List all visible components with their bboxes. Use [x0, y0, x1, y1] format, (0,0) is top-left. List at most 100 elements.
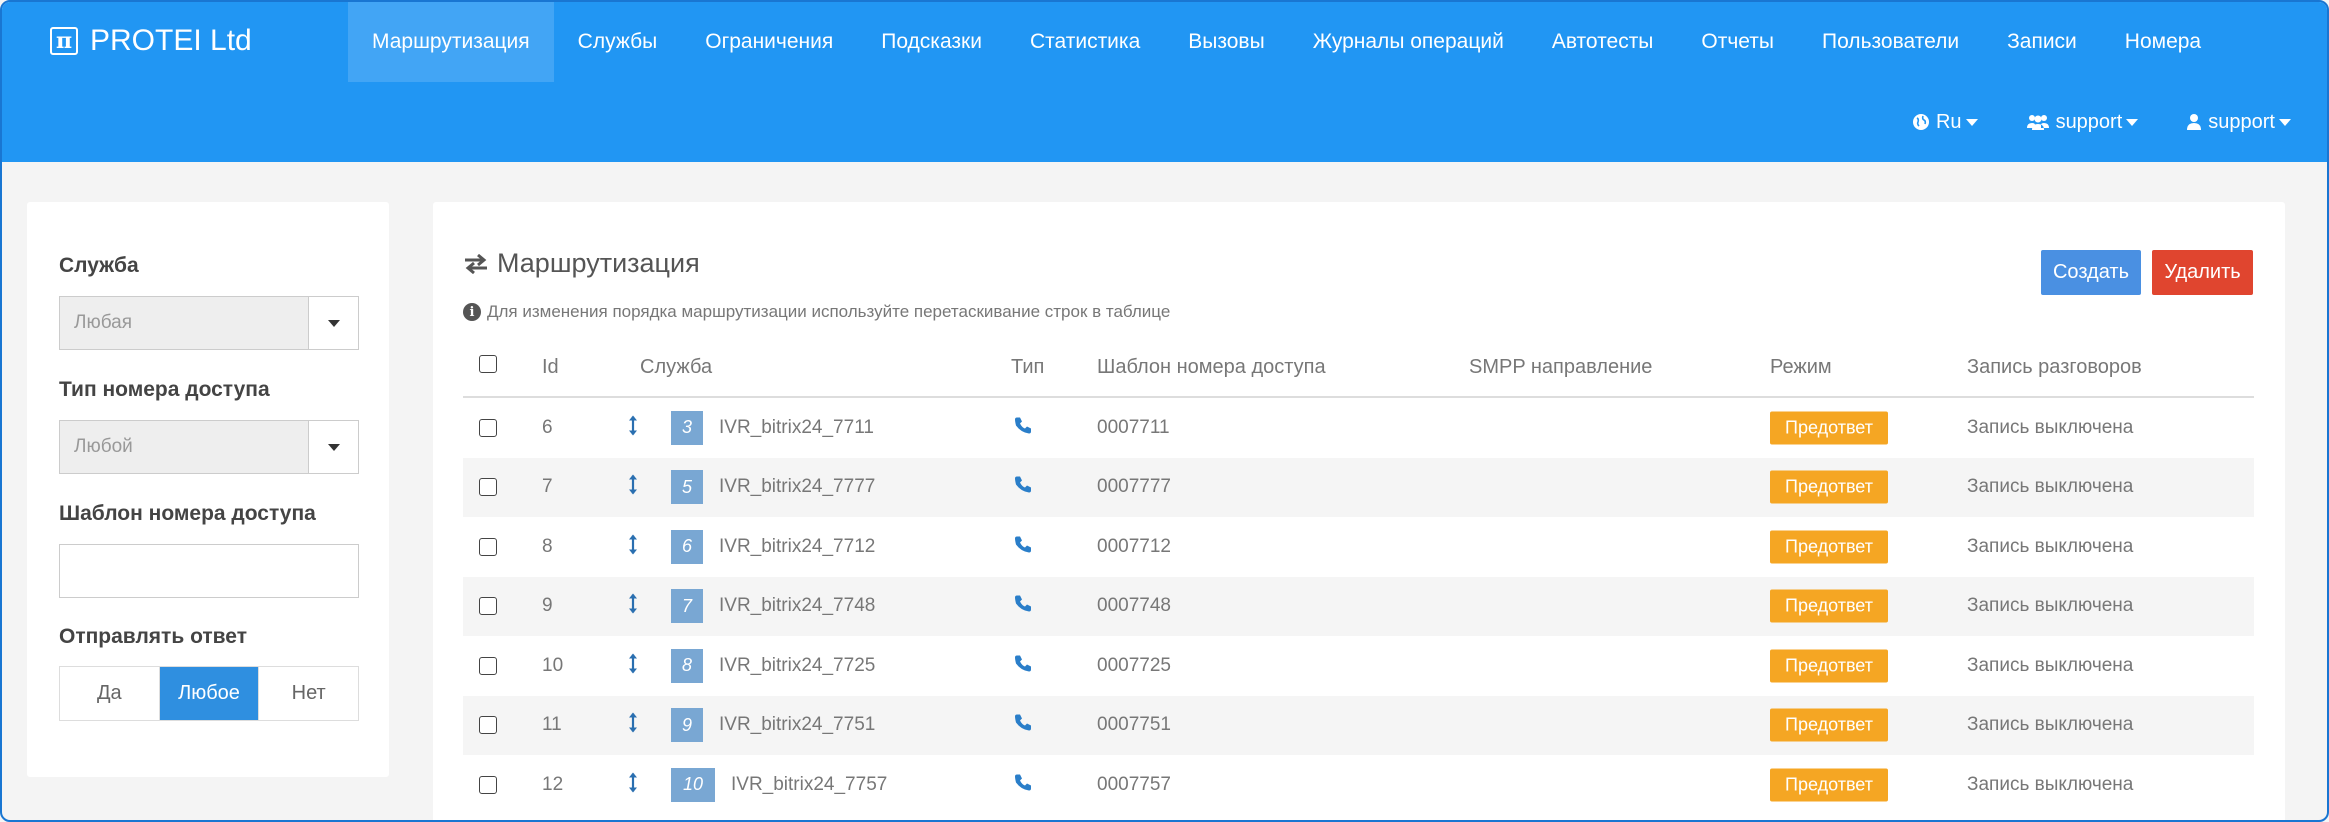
service-select[interactable]: Любая [59, 296, 359, 350]
row-checkbox[interactable] [479, 775, 497, 794]
type-select[interactable]: Любой [59, 420, 359, 474]
row-checkbox[interactable] [479, 656, 497, 675]
table-body: 6 3 IVR_bitrix24_7711 0007711 Предответ Запис… [463, 398, 2254, 815]
col-service[interactable]: Служба [640, 356, 712, 379]
nav-item-autotests[interactable]: Автотесты [1528, 2, 1678, 82]
row-type [1013, 534, 1033, 559]
page-title: Маршрутизация [463, 248, 700, 279]
table-row[interactable]: 10 8 IVR_bitrix24_7725 0007725 Предответ Запи… [463, 636, 2254, 696]
drag-handle[interactable] [627, 712, 639, 739]
nav-item-prompts[interactable]: Подсказки [857, 2, 1006, 82]
mode-badge: Предответ [1770, 411, 1888, 445]
select-all-checkbox[interactable] [479, 355, 497, 373]
mode-badge: Предответ [1770, 470, 1888, 504]
service-number-badge: 7 [671, 589, 703, 624]
col-id[interactable]: Id [542, 356, 559, 379]
col-record[interactable]: Запись разговоров [1967, 356, 2142, 379]
table-row[interactable]: 8 6 IVR_bitrix24_7712 0007712 Предответ Запис… [463, 517, 2254, 577]
row-record: Запись выключена [1967, 714, 2134, 736]
drag-handle-icon [629, 534, 637, 555]
table-row[interactable]: 9 7 IVR_bitrix24_7748 0007748 Предответ Запис… [463, 576, 2254, 636]
drag-handle[interactable] [627, 533, 639, 560]
send-reply-any[interactable]: Любое [159, 667, 260, 720]
row-service: IVR_bitrix24_7712 [719, 535, 876, 557]
nav-item-statistics[interactable]: Статистика [1006, 2, 1164, 82]
row-checkbox[interactable] [479, 478, 497, 497]
phone-icon [1015, 714, 1031, 731]
row-template: 0007712 [1097, 535, 1171, 557]
row-checkbox[interactable] [479, 597, 497, 616]
table-header: Id Служба Тип Шаблон номера доступа SMPP… [463, 342, 2254, 398]
drag-handle[interactable] [627, 593, 639, 620]
row-record: Запись выключена [1967, 773, 2134, 795]
col-template[interactable]: Шаблон номера доступа [1097, 356, 1326, 379]
row-record: Запись выключена [1967, 535, 2134, 557]
create-button[interactable]: Создать [2041, 250, 2141, 295]
table-row[interactable]: 7 5 IVR_bitrix24_7777 0007777 Предответ Запис… [463, 457, 2254, 517]
mode-badge: Предответ [1770, 768, 1888, 802]
brand[interactable]: π PROTEI Ltd [50, 22, 252, 60]
group-dropdown[interactable]: support [2026, 111, 2139, 134]
delete-button[interactable]: Удалить [2152, 250, 2253, 295]
row-template: 0007777 [1097, 476, 1171, 498]
drag-handle[interactable] [627, 652, 639, 679]
row-type [1013, 594, 1033, 619]
language-label: Ru [1935, 110, 1962, 133]
row-checkbox[interactable] [479, 537, 497, 556]
nav-item-services[interactable]: Службы [554, 2, 682, 82]
template-filter-label: Шаблон номера доступа [59, 502, 316, 525]
main-nav: Маршрутизация Службы Ограничения Подсказ… [348, 2, 2225, 82]
nav-item-routing[interactable]: Маршрутизация [348, 2, 554, 82]
nav-item-calls[interactable]: Вызовы [1164, 2, 1288, 82]
language-dropdown[interactable]: Ru [1912, 111, 1978, 134]
users-icon [2026, 115, 2049, 130]
user-nav: Ru support support [1912, 102, 2291, 142]
phone-icon [1015, 417, 1031, 434]
table-row[interactable]: 11 9 IVR_bitrix24_7751 0007751 Предответ Запи… [463, 695, 2254, 755]
phone-icon [1015, 536, 1031, 553]
nav-item-operation-logs[interactable]: Журналы операций [1289, 2, 1528, 82]
phone-icon [1015, 774, 1031, 791]
drag-handle[interactable] [627, 771, 639, 798]
mode-badge: Предответ [1770, 530, 1888, 564]
nav-item-records[interactable]: Записи [1983, 2, 2101, 82]
drag-handle-icon [629, 772, 637, 793]
type-select-toggle[interactable] [308, 421, 358, 473]
exchange-arrows-icon [465, 253, 487, 274]
drag-handle[interactable] [627, 474, 639, 501]
row-id: 6 [542, 416, 553, 438]
row-service: IVR_bitrix24_7751 [719, 714, 876, 736]
caret-down-icon [327, 319, 340, 327]
send-reply-no[interactable]: Нет [259, 667, 359, 720]
nav-item-restrictions[interactable]: Ограничения [681, 2, 857, 82]
row-checkbox[interactable] [479, 716, 497, 735]
phone-icon [1015, 655, 1031, 672]
row-template: 0007751 [1097, 714, 1171, 736]
type-filter-label: Тип номера доступа [59, 378, 270, 401]
drag-handle[interactable] [627, 414, 639, 441]
service-select-toggle[interactable] [308, 297, 358, 349]
send-reply-yes[interactable]: Да [60, 667, 160, 720]
drag-handle-icon [629, 593, 637, 614]
row-template: 0007725 [1097, 654, 1171, 676]
globe-icon [1912, 114, 1929, 130]
template-input[interactable] [59, 544, 359, 598]
row-type [1013, 653, 1033, 678]
table-row[interactable]: 12 10 IVR_bitrix24_7757 0007757 Предответ Зап… [463, 755, 2254, 815]
phone-icon [1015, 476, 1031, 493]
nav-item-reports[interactable]: Отчеты [1677, 2, 1798, 82]
table-row[interactable]: 6 3 IVR_bitrix24_7711 0007711 Предответ Запис… [463, 398, 2254, 458]
row-id: 8 [542, 535, 553, 557]
col-type[interactable]: Тип [1011, 356, 1044, 379]
user-dropdown[interactable]: support [2186, 111, 2291, 134]
service-number-badge: 3 [671, 410, 703, 445]
nav-item-numbers[interactable]: Номера [2101, 2, 2225, 82]
nav-item-users[interactable]: Пользователи [1798, 2, 1983, 82]
col-mode[interactable]: Режим [1770, 356, 1832, 379]
app-window: π PROTEI Ltd Маршрутизация Службы Ограни… [0, 0, 2329, 822]
row-checkbox[interactable] [479, 418, 497, 437]
row-service: IVR_bitrix24_7725 [719, 654, 876, 676]
drag-handle-icon [629, 474, 637, 495]
col-smpp[interactable]: SMPP направление [1469, 356, 1652, 379]
row-service: IVR_bitrix24_7777 [719, 476, 876, 498]
